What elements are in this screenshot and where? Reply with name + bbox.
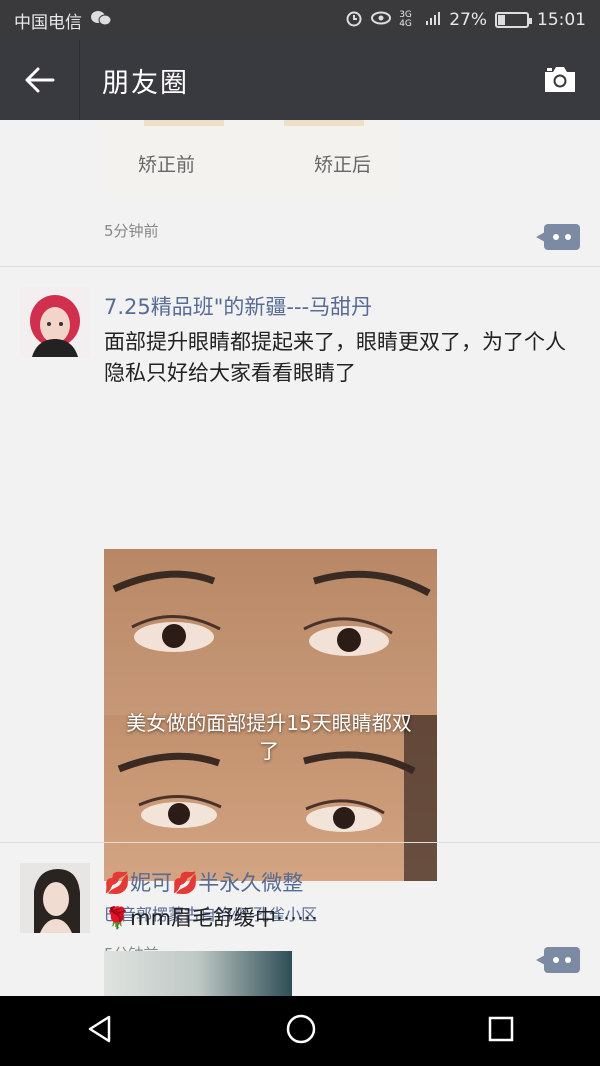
image-caption-after: 矫正后 [314,154,372,176]
post-text: 面部提升眼睛都提起来了，眼睛更双了，为了个人隐私只好给大家看看眼睛了 [104,330,566,385]
avatar[interactable] [20,287,90,357]
battery-percent: 27% [449,10,487,30]
back-button[interactable] [0,40,80,120]
image-overlay-text: 美女做的面部提升15天眼睛都双了 [126,711,412,763]
alarm-icon [345,9,363,32]
carrier-label: 中国电信 [14,12,82,33]
moment-post: 矫正前 矫正后 5分钟前 [0,120,600,267]
square-recents-icon[interactable] [487,1015,515,1047]
system-nav-bar [0,996,600,1066]
circle-home-icon[interactable] [285,1013,317,1049]
battery-icon [495,12,532,28]
camera-button[interactable] [520,40,600,120]
signal-icon [425,10,441,31]
post-time: 5分钟前 [104,222,159,240]
avatar[interactable] [20,863,90,933]
camera-icon [545,67,575,92]
wechat-notify-icon [90,9,112,32]
network-type-label: 3G 4G [399,10,412,29]
nav-bar: 朋友圈 [0,40,600,120]
triangle-back-icon[interactable] [85,1014,115,1048]
post-author[interactable]: 💋妮可💋半永久微整 [104,867,303,897]
post-author[interactable]: 7.25精品班"的新疆---马甜丹 [104,291,372,321]
moment-post: 💋妮可💋半永久微整 🌹mm眉毛舒缓中⋯⋯ [0,842,600,996]
eye-icon [371,10,392,30]
image-caption-before: 矫正前 [138,154,196,176]
status-bar: 中国电信 3G 4G 27% 15:01 [0,0,600,40]
app-root: 中国电信 3G 4G 27% 15:01 朋友圈 矫正前 矫正后 5分钟前 7.… [0,0,600,1066]
clock: 15:01 [537,10,586,30]
moments-feed[interactable]: 矫正前 矫正后 5分钟前 7.25精品班"的新疆---马甜丹 面部提升眼睛都提起… [0,120,600,996]
comment-action-button[interactable] [536,224,580,250]
post-image[interactable]: 美女做的面部提升15天眼睛都双了 [104,549,437,881]
moment-post: 7.25精品班"的新疆---马甜丹 面部提升眼睛都提起来了，眼睛更双了，为了个人… [0,267,600,973]
post-image[interactable] [104,951,292,996]
post-image[interactable]: 矫正前 矫正后 [104,120,400,197]
post-text: 🌹mm眉毛舒缓中⋯⋯ [104,906,319,930]
page-title: 朋友圈 [102,67,189,99]
arrow-left-icon [25,67,54,93]
